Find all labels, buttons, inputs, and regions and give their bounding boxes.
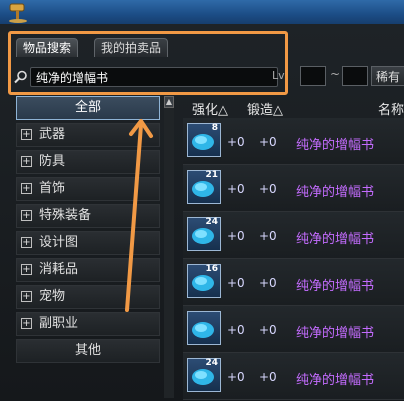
book-icon (192, 322, 214, 338)
level-label: Lv (272, 69, 285, 82)
item-name: 纯净的增幅书 (296, 373, 375, 388)
forge-value: +0 (259, 229, 277, 243)
result-row[interactable]: 16 +0 +0 纯净的增幅书 (183, 259, 404, 306)
item-icon[interactable]: 24 (187, 217, 221, 251)
item-icon[interactable]: 21 (187, 170, 221, 204)
tab-my-auctions[interactable]: 我的拍卖品 (94, 38, 169, 57)
expand-plus-icon[interactable]: + (21, 210, 32, 221)
category-other[interactable]: 其他 (16, 339, 160, 363)
stack-count: 21 (205, 170, 218, 180)
search-row: 纯净的增幅书 (12, 67, 278, 87)
enhance-value: +0 (227, 229, 245, 243)
category-weapon[interactable]: + 武器 (16, 123, 160, 147)
result-row[interactable]: +0 +0 纯净的增幅书 (183, 306, 404, 353)
expand-plus-icon[interactable]: + (21, 156, 32, 167)
item-icon[interactable]: 16 (187, 264, 221, 298)
expand-plus-icon[interactable]: + (21, 264, 32, 275)
result-row[interactable]: 21 +0 +0 纯净的增幅书 (183, 165, 404, 212)
enhance-value: +0 (227, 135, 245, 149)
column-header-enhance[interactable]: 强化△ (192, 99, 228, 118)
item-name: 纯净的增幅书 (296, 138, 375, 153)
level-max-input[interactable] (342, 66, 368, 86)
expand-plus-icon[interactable]: + (21, 183, 32, 194)
stack-count: 24 (205, 217, 218, 227)
enhance-value: +0 (227, 370, 245, 384)
expand-plus-icon[interactable]: + (21, 291, 32, 302)
item-icon[interactable]: 8 (187, 123, 221, 157)
item-name: 纯净的增幅书 (296, 232, 375, 247)
item-name: 纯净的增幅书 (296, 185, 375, 200)
category-consumable[interactable]: + 消耗品 (16, 258, 160, 282)
enhance-value: +0 (227, 276, 245, 290)
category-pet[interactable]: + 宠物 (16, 285, 160, 309)
category-blueprint[interactable]: + 设计图 (16, 231, 160, 255)
category-special-equipment[interactable]: + 特殊装备 (16, 204, 160, 228)
window-titlebar (0, 0, 404, 25)
category-armor[interactable]: + 防具 (16, 150, 160, 174)
forge-value: +0 (259, 323, 277, 337)
level-range-separator: ~ (330, 67, 341, 81)
item-name: 纯净的增幅书 (296, 326, 375, 341)
search-input[interactable]: 纯净的增幅书 (30, 67, 278, 87)
item-icon[interactable]: 24 (187, 358, 221, 392)
result-list: 8 +0 +0 纯净的增幅书 21 +0 +0 纯净的增幅书 24 +0 +0 … (183, 118, 404, 400)
stack-count: 8 (211, 123, 218, 133)
expand-plus-icon[interactable]: + (21, 237, 32, 248)
level-min-input[interactable] (300, 66, 326, 86)
item-icon[interactable] (187, 311, 221, 345)
expand-plus-icon[interactable]: + (21, 129, 32, 140)
forge-value: +0 (259, 135, 277, 149)
category-jewelry[interactable]: + 首饰 (16, 177, 160, 201)
forge-value: +0 (259, 370, 277, 384)
enhance-value: +0 (227, 182, 245, 196)
item-name: 纯净的增幅书 (296, 279, 375, 294)
rarity-dropdown[interactable]: 稀有 (371, 66, 404, 86)
stack-count: 16 (205, 264, 218, 274)
column-header-name[interactable]: 名称 (378, 99, 404, 118)
category-list: 全部 + 武器 + 防具 + 首饰 + 特殊装备 + 设计图 + 消耗品 + 宠物 + 副职业 … (16, 96, 160, 366)
result-row[interactable]: 24 +0 +0 纯净的增幅书 (183, 353, 404, 400)
forge-value: +0 (259, 182, 277, 196)
tab-item-search[interactable]: 物品搜索 (16, 38, 79, 57)
search-icon[interactable] (14, 70, 28, 84)
auction-hammer-icon (9, 3, 27, 23)
stack-count: 24 (205, 358, 218, 368)
scrollbar-track[interactable] (164, 108, 174, 398)
forge-value: +0 (259, 276, 277, 290)
column-header-forge[interactable]: 锻造△ (247, 99, 283, 118)
result-row[interactable]: 8 +0 +0 纯净的增幅书 (183, 118, 404, 165)
enhance-value: +0 (227, 323, 245, 337)
category-sub-job[interactable]: + 副职业 (16, 312, 160, 336)
category-all[interactable]: 全部 (16, 96, 160, 120)
scroll-up-arrow[interactable]: ▲ (164, 96, 174, 108)
result-row[interactable]: 24 +0 +0 纯净的增幅书 (183, 212, 404, 259)
expand-plus-icon[interactable]: + (21, 318, 32, 329)
